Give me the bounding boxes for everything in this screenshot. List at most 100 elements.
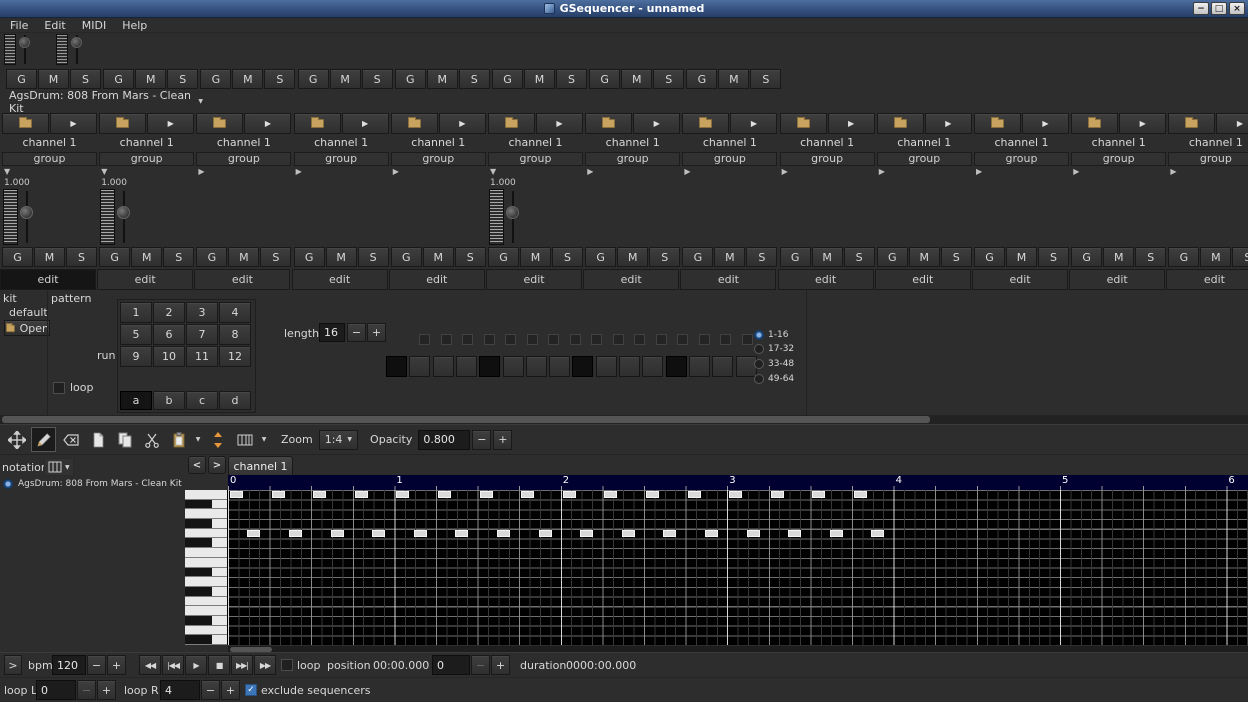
note[interactable] <box>539 530 552 537</box>
open-pad-button[interactable] <box>682 113 729 134</box>
pattern-step-toggle[interactable] <box>666 356 687 377</box>
note[interactable] <box>521 491 534 498</box>
length-increment-button[interactable]: + <box>367 323 386 342</box>
opacity-entry[interactable]: 0.800 <box>418 430 470 450</box>
master-volume-fader[interactable] <box>55 34 101 66</box>
note[interactable] <box>771 491 784 498</box>
open-pad-button[interactable] <box>2 113 49 134</box>
tool-popup-dropdown[interactable]: ▼ <box>259 436 269 443</box>
piano-key[interactable] <box>185 626 228 636</box>
gms-g-button[interactable]: G <box>103 69 134 89</box>
position-tool-button[interactable] <box>4 427 29 452</box>
line-expander-toggle[interactable]: ▼ <box>4 166 16 178</box>
tab-next-button[interactable]: > <box>208 456 226 474</box>
note[interactable] <box>438 491 451 498</box>
invert-button[interactable] <box>205 427 230 452</box>
line-expander-toggle[interactable]: ▶ <box>198 166 210 178</box>
note[interactable] <box>646 491 659 498</box>
note[interactable] <box>622 530 635 537</box>
pattern-step-toggle[interactable] <box>456 356 477 377</box>
gms-m-button[interactable]: M <box>524 69 555 89</box>
piano-key[interactable] <box>185 597 228 607</box>
gms-g-button[interactable]: G <box>682 247 713 267</box>
gms-s-button[interactable]: S <box>358 247 389 267</box>
note[interactable] <box>272 491 285 498</box>
menu-item-edit[interactable]: Edit <box>36 18 73 33</box>
select-tool-button[interactable] <box>85 427 110 452</box>
gms-s-button[interactable]: S <box>459 69 490 89</box>
edit-tab[interactable]: edit <box>875 269 971 290</box>
fader-knob[interactable] <box>117 206 130 219</box>
bpm-increment-button[interactable]: + <box>107 655 126 675</box>
piano-key[interactable] <box>185 529 228 539</box>
gms-m-button[interactable]: M <box>330 69 361 89</box>
pad-index-button-9[interactable]: 9 <box>120 346 152 367</box>
gms-m-button[interactable]: M <box>714 247 745 267</box>
gms-g-button[interactable]: G <box>589 69 620 89</box>
gms-m-button[interactable]: M <box>617 247 648 267</box>
menu-item-file[interactable]: File <box>2 18 36 33</box>
pad-group-button[interactable]: group <box>780 152 875 166</box>
gms-g-button[interactable]: G <box>294 247 325 267</box>
machine-radio-row[interactable]: AgsDrum: 808 From Mars - Clean Kit <box>3 479 182 489</box>
position-increment-button[interactable]: + <box>491 655 510 675</box>
transport-stop-button[interactable]: ■ <box>208 655 230 675</box>
pattern-step-toggle[interactable] <box>642 356 663 377</box>
tool-popup-button[interactable] <box>232 427 257 452</box>
open-pad-button[interactable] <box>974 113 1021 134</box>
play-pad-button[interactable]: ▶ <box>1022 113 1069 134</box>
piano-key[interactable] <box>185 509 228 519</box>
opacity-decrement-button[interactable]: − <box>472 430 491 450</box>
zoom-combo[interactable]: 1:4 ▼ <box>319 430 358 450</box>
piano-key[interactable] <box>185 616 228 626</box>
gms-m-button[interactable]: M <box>228 247 259 267</box>
loop-left-increment-button[interactable]: + <box>97 680 116 700</box>
gms-m-button[interactable]: M <box>232 69 263 89</box>
pattern-offset-option[interactable]: 33-48 <box>754 358 808 371</box>
play-pad-button[interactable]: ▶ <box>1119 113 1166 134</box>
gms-s-button[interactable]: S <box>1038 247 1069 267</box>
note[interactable] <box>230 491 243 498</box>
piano-key[interactable] <box>185 635 228 645</box>
fader-knob[interactable] <box>506 206 519 219</box>
transport-next-button[interactable]: ▶▶| <box>231 655 253 675</box>
open-pad-button[interactable] <box>1168 113 1215 134</box>
note[interactable] <box>705 530 718 537</box>
pad-group-button[interactable]: group <box>974 152 1069 166</box>
open-pad-button[interactable] <box>1071 113 1118 134</box>
minimize-button[interactable]: − <box>1193 2 1209 15</box>
edit-tab[interactable]: edit <box>1166 269 1248 290</box>
length-decrement-button[interactable]: − <box>347 323 366 342</box>
note[interactable] <box>580 530 593 537</box>
line-expander-toggle[interactable]: ▶ <box>684 166 696 178</box>
line-expander-toggle[interactable]: ▶ <box>782 166 794 178</box>
gms-s-button[interactable]: S <box>556 69 587 89</box>
gms-s-button[interactable]: S <box>455 247 486 267</box>
pad-group-button[interactable]: group <box>2 152 97 166</box>
gms-m-button[interactable]: M <box>520 247 551 267</box>
gms-m-button[interactable]: M <box>34 247 65 267</box>
clear-tool-button[interactable] <box>58 427 83 452</box>
play-pad-button[interactable]: ▶ <box>1216 113 1248 134</box>
bank-d-button[interactable]: d <box>219 391 251 410</box>
line-expander-toggle[interactable]: ▼ <box>490 166 502 178</box>
note[interactable] <box>729 491 742 498</box>
open-pad-button[interactable] <box>877 113 924 134</box>
pad-group-button[interactable]: group <box>294 152 389 166</box>
pattern-step-toggle[interactable] <box>479 356 500 377</box>
line-expander-toggle[interactable]: ▶ <box>879 166 891 178</box>
line-expander-toggle[interactable]: ▶ <box>976 166 988 178</box>
gms-m-button[interactable]: M <box>1103 247 1134 267</box>
pad-index-button-10[interactable]: 10 <box>153 346 185 367</box>
open-pad-button[interactable] <box>780 113 827 134</box>
pattern-step-toggle[interactable] <box>712 356 733 377</box>
play-pad-button[interactable]: ▶ <box>439 113 486 134</box>
cut-button[interactable] <box>139 427 164 452</box>
edit-tab[interactable]: edit <box>292 269 388 290</box>
gms-g-button[interactable]: G <box>585 247 616 267</box>
gms-g-button[interactable]: G <box>395 69 426 89</box>
play-pad-button[interactable]: ▶ <box>730 113 777 134</box>
pad-group-button[interactable]: group <box>488 152 583 166</box>
note[interactable] <box>688 491 701 498</box>
pad-index-button-11[interactable]: 11 <box>186 346 218 367</box>
